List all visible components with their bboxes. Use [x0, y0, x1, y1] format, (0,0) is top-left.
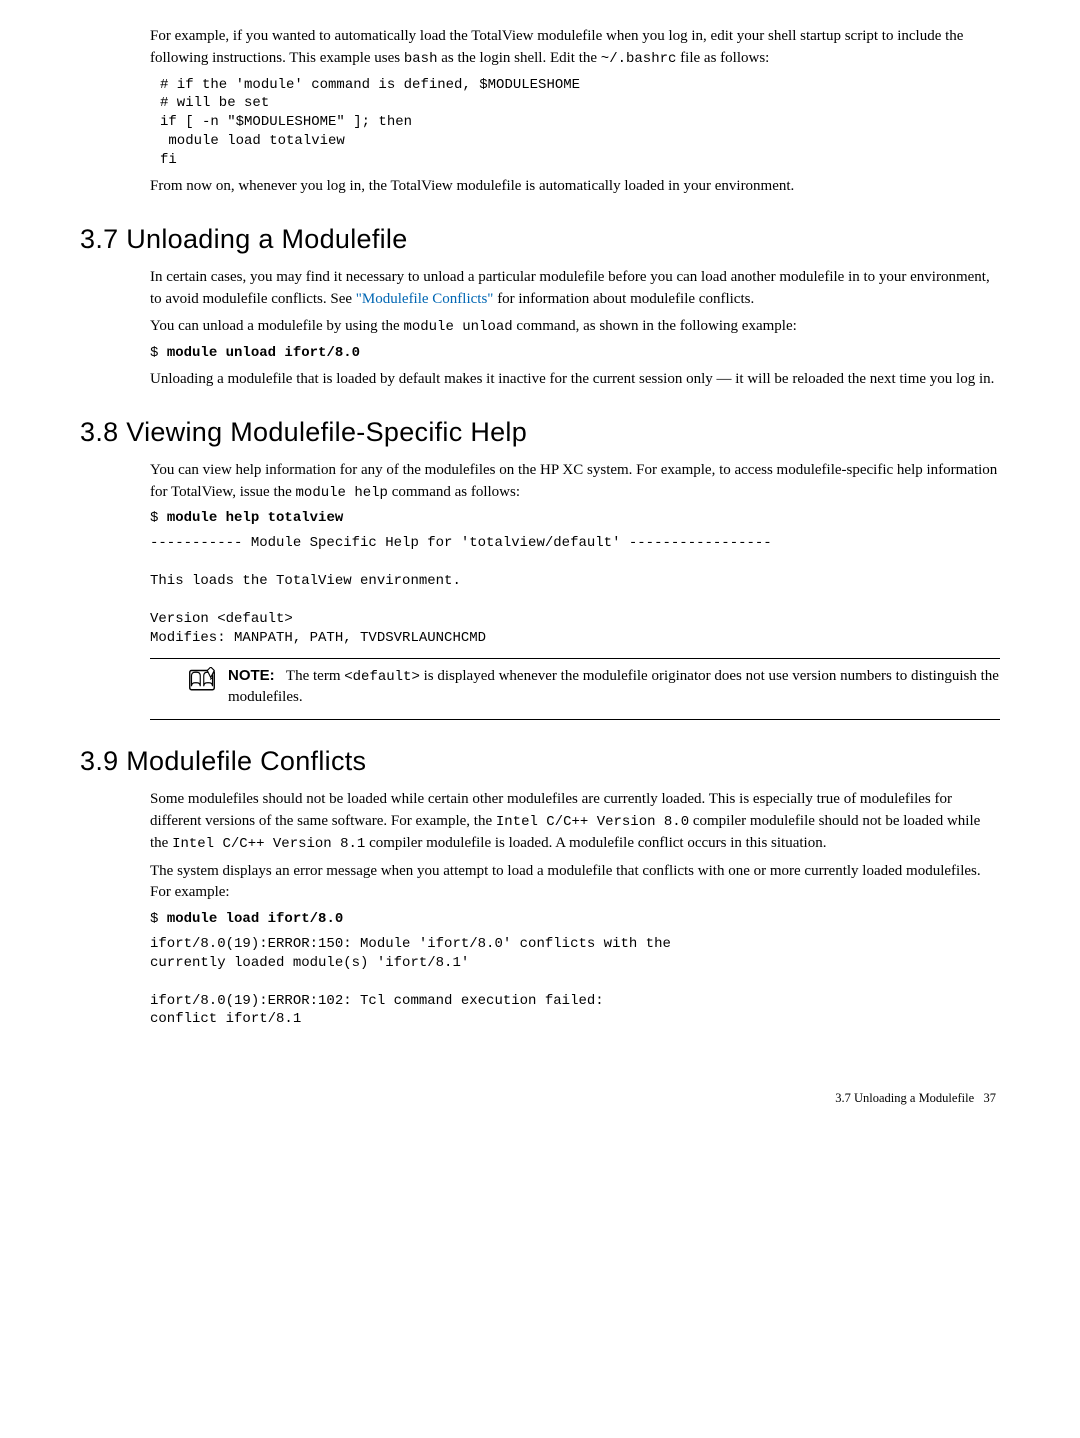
command-block: $ module help totalview	[150, 509, 1000, 528]
section-title: Modulefile Conflicts	[126, 746, 366, 776]
section-heading-3-7: 3.7 Unloading a Modulefile	[80, 220, 1000, 259]
paragraph: In certain cases, you may find it necess…	[150, 267, 1000, 311]
inline-code: bash	[404, 51, 438, 67]
command: module load ifort/8.0	[167, 911, 343, 927]
text: compiler modulefile is loaded. A modulef…	[365, 835, 826, 851]
intro-paragraph-2: From now on, whenever you log in, the To…	[150, 176, 1000, 198]
inline-code: Intel C/C++ Version 8.1	[172, 836, 365, 852]
section-title: Unloading a Modulefile	[126, 224, 407, 254]
text: as the login shell. Edit the	[437, 50, 600, 66]
section-number: 3.7	[80, 224, 118, 254]
section-3-8-body: You can view help information for any of…	[150, 460, 1000, 648]
section-3-7-body: In certain cases, you may find it necess…	[150, 267, 1000, 391]
text: You can view help information for any of…	[150, 462, 997, 500]
command: module help totalview	[167, 510, 343, 526]
paragraph: Some modulefiles should not be loaded wh…	[150, 789, 1000, 854]
command-block: $ module load ifort/8.0	[150, 910, 1000, 929]
inline-code: <default>	[344, 669, 420, 685]
section-number: 3.9	[80, 746, 118, 776]
inline-code: module unload	[403, 319, 512, 335]
output-block: ifort/8.0(19):ERROR:150: Module 'ifort/8…	[150, 935, 1000, 1029]
page: For example, if you wanted to automatica…	[0, 0, 1080, 1147]
paragraph: You can unload a modulefile by using the…	[150, 316, 1000, 338]
command: module unload ifort/8.0	[167, 345, 360, 361]
footer-section: 3.7 Unloading a Modulefile	[835, 1091, 974, 1105]
inline-code: module help	[296, 485, 388, 501]
text: command, as shown in the following examp…	[513, 318, 797, 334]
note-label: NOTE:	[228, 667, 275, 684]
note-row: NOTE: The term <default> is displayed wh…	[188, 665, 1000, 710]
paragraph: You can view help information for any of…	[150, 460, 1000, 504]
intro-block-2: From now on, whenever you log in, the To…	[150, 176, 1000, 198]
intro-paragraph-1: For example, if you wanted to automatica…	[150, 26, 1000, 70]
paragraph: Unloading a modulefile that is loaded by…	[150, 369, 1000, 391]
note-block: NOTE: The term <default> is displayed wh…	[150, 658, 1000, 721]
text: command as follows:	[388, 484, 520, 500]
section-title: Viewing Modulefile-Specific Help	[126, 417, 527, 447]
section-3-9-body: Some modulefiles should not be loaded wh…	[150, 789, 1000, 1029]
command-block: $ module unload ifort/8.0	[150, 344, 1000, 363]
note-icon	[188, 667, 216, 695]
divider	[150, 658, 1000, 659]
intro-block: For example, if you wanted to automatica…	[150, 26, 1000, 70]
output-block: ----------- Module Specific Help for 'to…	[150, 534, 1000, 647]
prompt: $	[150, 345, 167, 361]
inline-code: Intel C/C++ Version 8.0	[496, 814, 689, 830]
text: for information about modulefile conflic…	[493, 291, 754, 307]
prompt: $	[150, 911, 167, 927]
bash-code-block: # if the 'module' command is defined, $M…	[160, 76, 1000, 170]
text: The term	[286, 668, 344, 684]
prompt: $	[150, 510, 167, 526]
paragraph: The system displays an error message whe…	[150, 861, 1000, 905]
section-heading-3-8: 3.8 Viewing Modulefile-Specific Help	[80, 413, 1000, 452]
footer-page-number: 37	[984, 1091, 997, 1105]
divider	[150, 719, 1000, 720]
section-number: 3.8	[80, 417, 118, 447]
text: You can unload a modulefile by using the	[150, 318, 403, 334]
text: file as follows:	[676, 50, 769, 66]
section-heading-3-9: 3.9 Modulefile Conflicts	[80, 742, 1000, 781]
note-text: NOTE: The term <default> is displayed wh…	[228, 665, 1000, 710]
page-footer: 3.7 Unloading a Modulefile 37	[80, 1089, 1000, 1107]
inline-code: ~/.bashrc	[601, 51, 677, 67]
link-modulefile-conflicts[interactable]: "Modulefile Conflicts"	[356, 291, 494, 307]
